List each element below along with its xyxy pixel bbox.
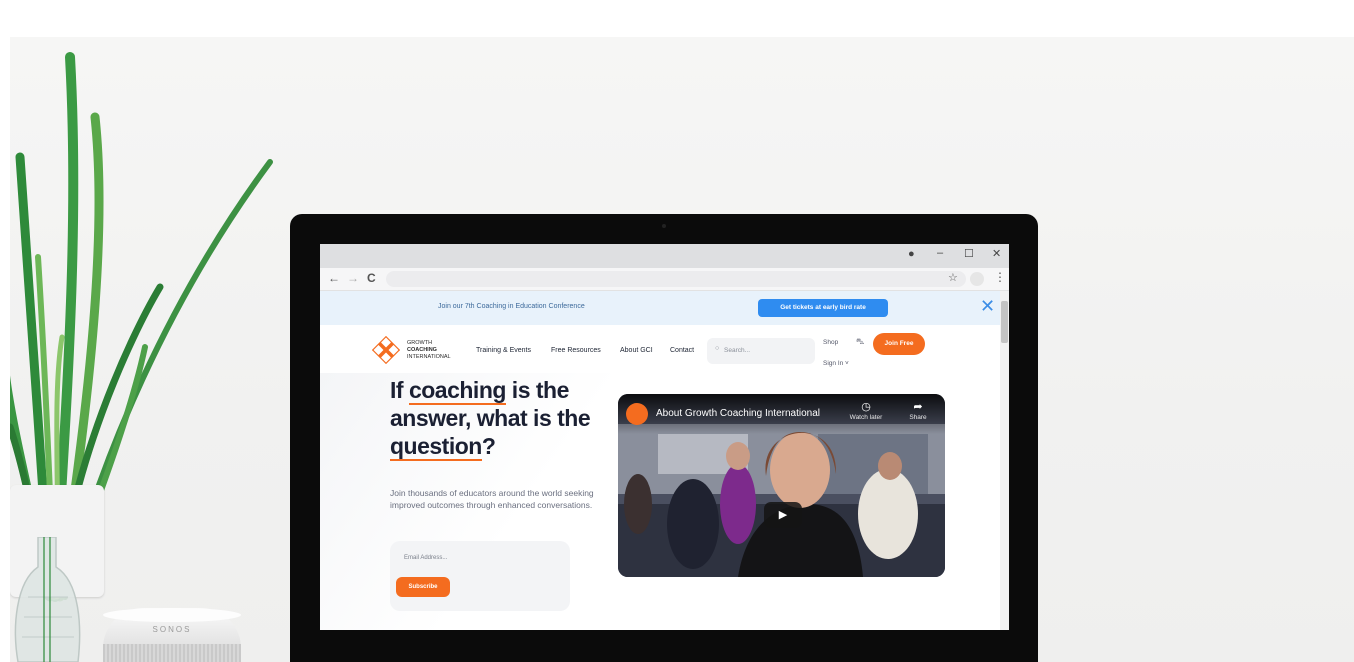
newsletter-signup-card: Email Address... Subscribe (390, 541, 570, 611)
hero-heading: If coaching is the answer, what is the q… (390, 376, 610, 461)
nav-about-gci[interactable]: About GCI (620, 347, 653, 354)
nav-training-events[interactable]: Training & Events (476, 347, 531, 354)
search-icon: ○ (715, 345, 720, 352)
join-free-button[interactable]: Join Free (873, 333, 925, 355)
sign-in-link[interactable]: Sign In ˅ (823, 360, 849, 367)
close-window-button[interactable]: ✕ (992, 247, 1001, 260)
speaker: SONOS (103, 608, 241, 662)
close-announcement-icon[interactable]: ✕ (980, 297, 995, 315)
browser-toolbar: ← → C ☆ ⋮ (320, 268, 1009, 291)
nav-free-resources[interactable]: Free Resources (551, 347, 601, 354)
announcement-text: Join our 7th Coaching in Education Confe… (438, 303, 585, 310)
cart-icon[interactable]: ⛍ (856, 337, 864, 347)
logo-wordmark[interactable]: GROWTH COACHING INTERNATIONAL (407, 340, 451, 361)
speaker-grille (103, 644, 241, 662)
video-player[interactable]: About Growth Coaching International ◷ Wa… (618, 394, 945, 577)
glass-vase (14, 537, 81, 662)
bookmark-star-icon[interactable]: ☆ (948, 271, 958, 284)
title-bar: ● – ☐ ✕ (320, 244, 1009, 268)
announcement-bar: Join our 7th Coaching in Education Confe… (320, 291, 1000, 325)
monitor: ● – ☐ ✕ ← → C ☆ ⋮ Join our 7th Coaching … (290, 214, 1038, 662)
background-scene: SONOS ● – ☐ ✕ ← → C ☆ ⋮ Join our 7th Coa… (10, 37, 1354, 662)
back-icon[interactable]: ← (328, 271, 340, 285)
heading-part: If (390, 377, 409, 403)
page-scrollbar[interactable] (1000, 291, 1009, 630)
watch-later-button[interactable]: ◷ Watch later (844, 400, 888, 421)
minimize-button[interactable]: – (937, 247, 943, 259)
heading-coaching-word: coaching (408, 377, 506, 405)
browser-menu-icon[interactable]: ⋮ (994, 270, 1006, 284)
share-label: Share (909, 414, 927, 421)
camera-dot (662, 224, 666, 228)
heading-part: ? (481, 433, 496, 459)
logo-line-1: GROWTH (407, 340, 433, 346)
speaker-top (103, 608, 241, 622)
clock-icon: ◷ (861, 401, 871, 413)
email-address-input[interactable]: Email Address... (404, 555, 447, 561)
browser-window: ● – ☐ ✕ ← → C ☆ ⋮ Join our 7th Coaching … (320, 244, 1009, 630)
heading-question-word: question (390, 433, 482, 461)
forward-icon[interactable]: → (347, 271, 359, 285)
reload-icon[interactable]: C (367, 271, 376, 285)
profile-avatar[interactable] (970, 272, 984, 286)
scrollbar-thumb[interactable] (1001, 301, 1008, 343)
hero-subtitle: Join thousands of educators around the w… (390, 488, 594, 510)
gci-logo-icon[interactable] (372, 336, 400, 364)
search-placeholder: Search... (724, 347, 751, 354)
shop-link[interactable]: Shop (823, 339, 838, 346)
early-bird-tickets-button[interactable]: Get tickets at early bird rate (758, 299, 888, 317)
logo-line-3: INTERNATIONAL (407, 354, 451, 360)
web-page: Join our 7th Coaching in Education Confe… (320, 291, 1000, 630)
maximize-button[interactable]: ☐ (964, 247, 974, 260)
logo-line-2: COACHING (407, 347, 437, 353)
share-arrow-icon: ➦ (913, 401, 923, 413)
video-title[interactable]: About Growth Coaching International (656, 408, 820, 419)
site-header: GROWTH COACHING INTERNATIONAL Training &… (320, 325, 1000, 373)
monitor-chin (290, 630, 1038, 662)
subscribe-button[interactable]: Subscribe (396, 577, 450, 597)
nav-contact[interactable]: Contact (670, 347, 694, 354)
extension-icon[interactable]: ● (908, 248, 915, 260)
watch-later-label: Watch later (849, 414, 883, 421)
search-input[interactable]: ○ Search... (707, 338, 815, 364)
speaker-brand-label: SONOS (152, 625, 192, 634)
channel-logo-icon[interactable] (626, 403, 648, 425)
address-bar[interactable] (386, 271, 966, 287)
play-button[interactable]: ▶ (764, 502, 802, 528)
share-button[interactable]: ➦ Share (902, 400, 934, 421)
